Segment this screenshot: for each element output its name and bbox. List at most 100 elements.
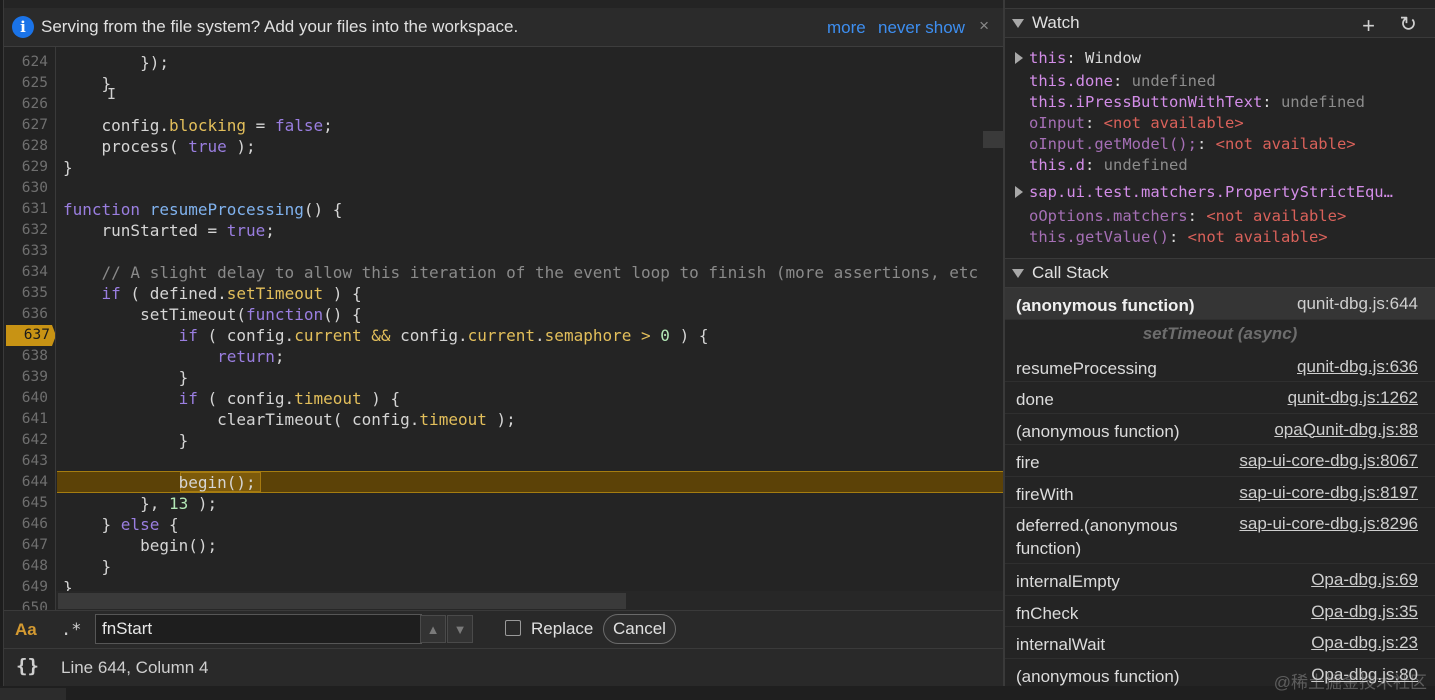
code-line[interactable]: }, 13 );: [63, 493, 217, 514]
line-number[interactable]: 647: [4, 535, 54, 556]
line-number[interactable]: 639: [4, 367, 54, 388]
call-stack-frame[interactable]: (anonymous function) opaQunit-dbg.js:88: [1005, 414, 1435, 445]
call-stack-frame[interactable]: fnCheck Opa-dbg.js:35: [1005, 596, 1435, 627]
watch-expression[interactable]: this.d: undefined: [1029, 155, 1188, 176]
frame-location-link[interactable]: sap-ui-core-dbg.js:8067: [1239, 451, 1418, 471]
expand-arrow-icon[interactable]: [1015, 186, 1023, 198]
call-stack-frame[interactable]: fire sap-ui-core-dbg.js:8067: [1005, 445, 1435, 477]
watch-expression[interactable]: oInput: <not available>: [1029, 113, 1244, 134]
watch-expression[interactable]: this: Window: [1029, 48, 1141, 69]
watch-expression[interactable]: this.iPressButtonWithText: undefined: [1029, 92, 1365, 113]
code-line[interactable]: }: [63, 73, 112, 94]
line-number[interactable]: 640: [4, 388, 54, 409]
line-number[interactable]: 648: [4, 556, 54, 577]
code-line[interactable]: return;: [63, 346, 284, 367]
close-icon[interactable]: ×: [979, 16, 989, 36]
code-line[interactable]: }: [63, 430, 189, 451]
code-line[interactable]: config.blocking = false;: [63, 115, 333, 136]
code-line[interactable]: });: [63, 52, 169, 73]
frame-location-link[interactable]: Opa-dbg.js:69: [1311, 570, 1418, 590]
watch-expression[interactable]: this.getValue(): <not available>: [1029, 227, 1328, 248]
frame-location-link[interactable]: qunit-dbg.js:1262: [1288, 388, 1418, 408]
line-number-gutter[interactable]: 624 625 626 627 628 629 630 631 632 633 634 635 636 6…: [4, 47, 56, 610]
code-line[interactable]: clearTimeout( config.timeout );: [63, 409, 516, 430]
code-line[interactable]: } else {: [63, 514, 179, 535]
frame-location-link[interactable]: qunit-dbg.js:644: [1297, 294, 1418, 314]
watch-expression[interactable]: sap.ui.test.matchers.PropertyStrictEqu…: [1029, 182, 1393, 203]
line-number[interactable]: 641: [4, 409, 54, 430]
code-line[interactable]: // A slight delay to allow this iteratio…: [63, 262, 979, 283]
search-input[interactable]: [95, 614, 422, 644]
code-line[interactable]: }: [63, 556, 112, 577]
code-token: else: [120, 515, 160, 534]
line-number[interactable]: 632: [4, 220, 54, 241]
call-stack-frame[interactable]: done qunit-dbg.js:1262: [1005, 382, 1435, 414]
line-number[interactable]: 629: [4, 157, 54, 178]
search-prev-button[interactable]: ▲: [420, 615, 446, 643]
call-stack-frame[interactable]: fireWith sap-ui-core-dbg.js:8197: [1005, 477, 1435, 508]
line-number[interactable]: 634: [4, 262, 54, 283]
pretty-print-button[interactable]: {}: [16, 655, 39, 677]
line-number[interactable]: 624: [4, 52, 54, 73]
line-number[interactable]: 628: [4, 136, 54, 157]
code-line[interactable]: begin();: [63, 472, 256, 493]
line-number[interactable]: 625: [4, 73, 54, 94]
line-number[interactable]: 643: [4, 451, 54, 472]
line-number[interactable]: 636: [4, 304, 54, 325]
line-number[interactable]: 626: [4, 94, 54, 115]
line-number[interactable]: 642: [4, 430, 54, 451]
infobar-more-link[interactable]: more: [827, 18, 866, 38]
replace-checkbox[interactable]: [505, 620, 521, 636]
watch-expression[interactable]: this.done: undefined: [1029, 71, 1216, 92]
code-line[interactable]: if ( config.current && config.current.se…: [63, 325, 709, 346]
line-number[interactable]: 633: [4, 241, 54, 262]
code-line[interactable]: }: [63, 157, 73, 178]
bottom-drawer-tab[interactable]: [0, 688, 66, 700]
line-number[interactable]: 630: [4, 178, 54, 199]
line-number[interactable]: 631: [4, 199, 54, 220]
match-case-toggle[interactable]: Aa: [15, 620, 37, 640]
horizontal-scrollbar-thumb[interactable]: [58, 593, 626, 609]
line-number[interactable]: 644: [4, 472, 54, 493]
call-stack-frame[interactable]: (anonymous function) qunit-dbg.js:644: [1005, 288, 1435, 320]
call-stack-frame[interactable]: internalWait Opa-dbg.js:23: [1005, 627, 1435, 659]
infobar-never-show-link[interactable]: never show: [878, 18, 965, 38]
line-number[interactable]: 649: [4, 577, 54, 598]
frame-location-link[interactable]: qunit-dbg.js:636: [1297, 357, 1418, 377]
expand-arrow-icon[interactable]: [1015, 52, 1023, 64]
frame-location-link[interactable]: Opa-dbg.js:23: [1311, 633, 1418, 653]
line-number[interactable]: 650: [4, 598, 54, 610]
code-editor[interactable]: }); } config.blocking = false; process( …: [57, 47, 1003, 610]
line-number[interactable]: 627: [4, 115, 54, 136]
code-line[interactable]: runStarted = true;: [63, 220, 275, 241]
call-stack-frame[interactable]: resumeProcessing qunit-dbg.js:636: [1005, 351, 1435, 382]
cancel-button[interactable]: Cancel: [603, 614, 676, 644]
line-number[interactable]: 638: [4, 346, 54, 367]
call-stack-frame[interactable]: deferred.(anonymous function) sap-ui-core…: [1005, 508, 1435, 564]
line-number[interactable]: 645: [4, 493, 54, 514]
search-next-button[interactable]: ▼: [447, 615, 473, 643]
line-number[interactable]: 646: [4, 514, 54, 535]
watch-expression[interactable]: oInput.getModel();: <not available>: [1029, 134, 1356, 155]
code-line[interactable]: begin();: [63, 535, 217, 556]
call-stack-frame[interactable]: internalEmpty Opa-dbg.js:69: [1005, 564, 1435, 596]
watch-expression[interactable]: oOptions.matchers: <not available>: [1029, 206, 1346, 227]
refresh-icon[interactable]: ↻: [1399, 12, 1417, 37]
code-line[interactable]: if ( config.timeout ) {: [63, 388, 401, 409]
breakpoint-marker[interactable]: 637: [6, 325, 55, 346]
call-stack-header[interactable]: Call Stack: [1005, 258, 1435, 288]
code-line[interactable]: setTimeout(function() {: [63, 304, 362, 325]
frame-location-link[interactable]: Opa-dbg.js:35: [1311, 602, 1418, 622]
vertical-scrollbar-thumb[interactable]: [983, 131, 1003, 148]
code-line[interactable]: }: [63, 367, 189, 388]
code-line[interactable]: process( true );: [63, 136, 256, 157]
watch-header[interactable]: Watch + ↻: [1005, 8, 1435, 38]
regex-toggle[interactable]: .*: [61, 620, 81, 640]
code-line[interactable]: function resumeProcessing() {: [63, 199, 342, 220]
code-line[interactable]: if ( defined.setTimeout ) {: [63, 283, 362, 304]
frame-location-link[interactable]: sap-ui-core-dbg.js:8197: [1239, 483, 1418, 503]
add-expression-button[interactable]: +: [1362, 13, 1375, 39]
line-number[interactable]: 635: [4, 283, 54, 304]
frame-location-link[interactable]: opaQunit-dbg.js:88: [1274, 420, 1418, 440]
frame-location-link[interactable]: sap-ui-core-dbg.js:8296: [1239, 514, 1418, 534]
